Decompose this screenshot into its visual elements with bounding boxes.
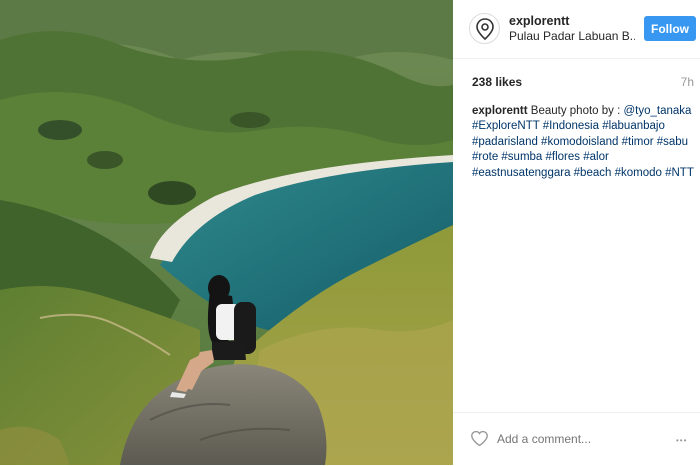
comment-input[interactable] bbox=[497, 432, 627, 446]
landscape-image bbox=[0, 0, 453, 465]
follow-button[interactable]: Follow bbox=[644, 16, 696, 41]
heart-icon[interactable] bbox=[470, 430, 489, 452]
caption-username[interactable]: explorentt bbox=[472, 105, 528, 117]
location-pin-icon bbox=[476, 18, 494, 41]
more-options-icon[interactable]: ••• bbox=[676, 436, 687, 445]
likes-count[interactable]: 238 likes bbox=[472, 75, 522, 89]
caption-text: Beauty photo by : bbox=[527, 105, 624, 117]
avatar[interactable] bbox=[469, 13, 500, 44]
post-time: 7h bbox=[680, 75, 694, 89]
username-link[interactable]: explorentt bbox=[509, 14, 569, 28]
location-link[interactable]: Pulau Padar Labuan B... bbox=[509, 29, 635, 43]
post-side-panel: explorentt Pulau Padar Labuan B... Follo… bbox=[453, 0, 700, 465]
post-actions: ••• bbox=[453, 412, 700, 466]
post-caption: explorentt Beauty photo by : @tyo_tanaka… bbox=[472, 104, 696, 181]
post-photo[interactable] bbox=[0, 0, 453, 465]
post-header: explorentt Pulau Padar Labuan B... Follo… bbox=[453, 0, 700, 59]
